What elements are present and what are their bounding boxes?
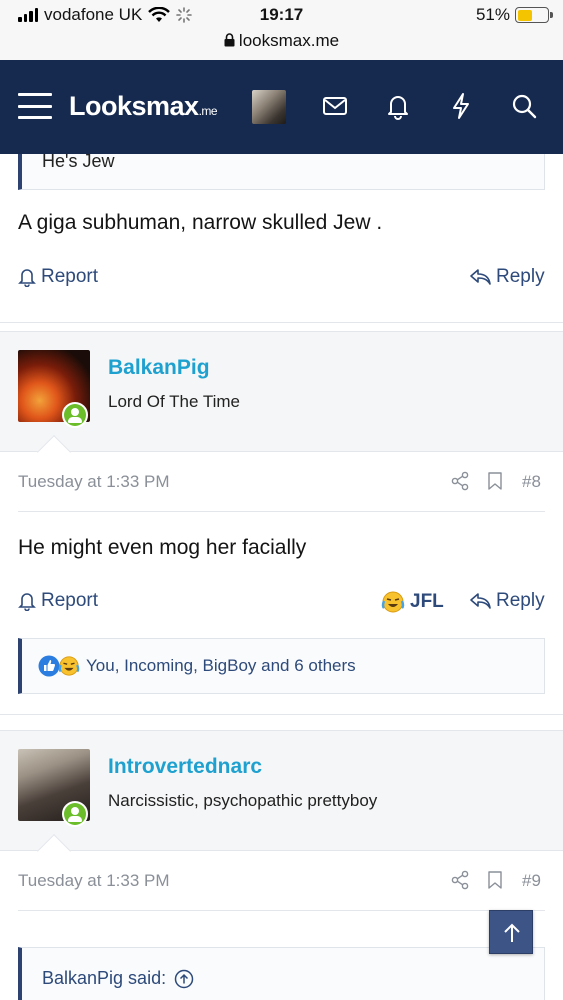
- crying-laughing-emoji-icon: [58, 656, 80, 676]
- scroll-to-top-button[interactable]: [489, 910, 533, 954]
- bookmark-icon[interactable]: [487, 471, 503, 491]
- post8-username[interactable]: BalkanPig: [108, 356, 210, 380]
- post7-quote: He's Jew: [18, 154, 545, 190]
- user-avatar[interactable]: [252, 90, 286, 124]
- jfl-reaction-button[interactable]: JFL: [381, 590, 444, 614]
- post-separator: [0, 322, 563, 323]
- url-text: looksmax.me: [238, 31, 340, 50]
- reply-button[interactable]: Reply: [469, 590, 545, 612]
- reactions-bar[interactable]: You, Incoming, BigBoy and 6 others: [18, 638, 545, 694]
- reply-button[interactable]: Reply: [469, 266, 545, 288]
- post9-number[interactable]: #9: [522, 871, 541, 891]
- battery-percent: 51%: [475, 5, 510, 24]
- bookmark-icon[interactable]: [487, 870, 503, 890]
- site-header: Looksmax.me: [0, 60, 563, 154]
- quote-author: BalkanPig said:: [42, 968, 167, 988]
- bell-icon: [18, 593, 36, 611]
- reactions-summary[interactable]: You, Incoming, BigBoy and 6 others: [86, 656, 356, 676]
- share-icon[interactable]: [450, 870, 470, 890]
- thread-content: He's Jew A giga subhuman, narrow skulled…: [0, 154, 563, 1000]
- inbox-icon[interactable]: [320, 91, 350, 121]
- reply-icon: [470, 593, 491, 609]
- menu-icon[interactable]: [18, 93, 52, 119]
- site-logo[interactable]: Looksmax.me: [69, 91, 218, 122]
- post9-date[interactable]: Tuesday at 1:33 PM: [18, 871, 170, 891]
- post7-body: A giga subhuman, narrow skulled Jew .: [18, 211, 383, 234]
- reply-label: Reply: [496, 590, 545, 611]
- search-icon[interactable]: [509, 91, 539, 121]
- crying-laughing-emoji-icon: [381, 591, 405, 613]
- like-icon: [38, 655, 60, 677]
- reply-icon: [470, 269, 491, 285]
- lightning-icon[interactable]: [446, 91, 476, 121]
- report-button[interactable]: Report: [18, 266, 98, 288]
- post8-header: BalkanPig Lord Of The Time: [0, 331, 563, 452]
- post8-date[interactable]: Tuesday at 1:33 PM: [18, 472, 170, 492]
- online-status-icon: [62, 402, 88, 428]
- report-label: Report: [41, 266, 99, 287]
- arrow-up-icon: [504, 923, 520, 942]
- post9-user-title: Narcissistic, psychopathic prettyboy: [108, 791, 378, 810]
- quote-author-link[interactable]: BalkanPig said:: [42, 968, 194, 989]
- report-button[interactable]: Report: [18, 590, 98, 612]
- status-bar: vodafone UK 19:17 51% looksmax.me: [0, 0, 563, 60]
- post-separator: [0, 714, 563, 715]
- post-divider: [18, 910, 545, 911]
- bell-icon: [18, 269, 36, 287]
- post8-user-title: Lord Of The Time: [108, 392, 240, 411]
- report-label: Report: [41, 590, 99, 611]
- post9-username[interactable]: Introvertednarc: [108, 755, 262, 779]
- online-status-icon: [62, 801, 88, 827]
- address-bar[interactable]: looksmax.me: [0, 31, 563, 51]
- quote-text: He's Jew: [42, 154, 115, 171]
- post9-header: Introvertednarc Narcissistic, psychopath…: [0, 730, 563, 851]
- post9-quote: BalkanPig said:: [18, 947, 545, 1000]
- reaction-label: JFL: [410, 591, 444, 612]
- battery-icon: [515, 7, 553, 23]
- post-divider: [18, 511, 545, 512]
- post8-number[interactable]: #8: [522, 472, 541, 492]
- arrow-up-circle-icon: [174, 969, 194, 988]
- bell-icon[interactable]: [383, 91, 413, 121]
- lock-icon: [224, 33, 235, 47]
- reply-label: Reply: [496, 266, 545, 287]
- post8-body: He might even mog her facially: [18, 536, 307, 559]
- share-icon[interactable]: [450, 471, 470, 491]
